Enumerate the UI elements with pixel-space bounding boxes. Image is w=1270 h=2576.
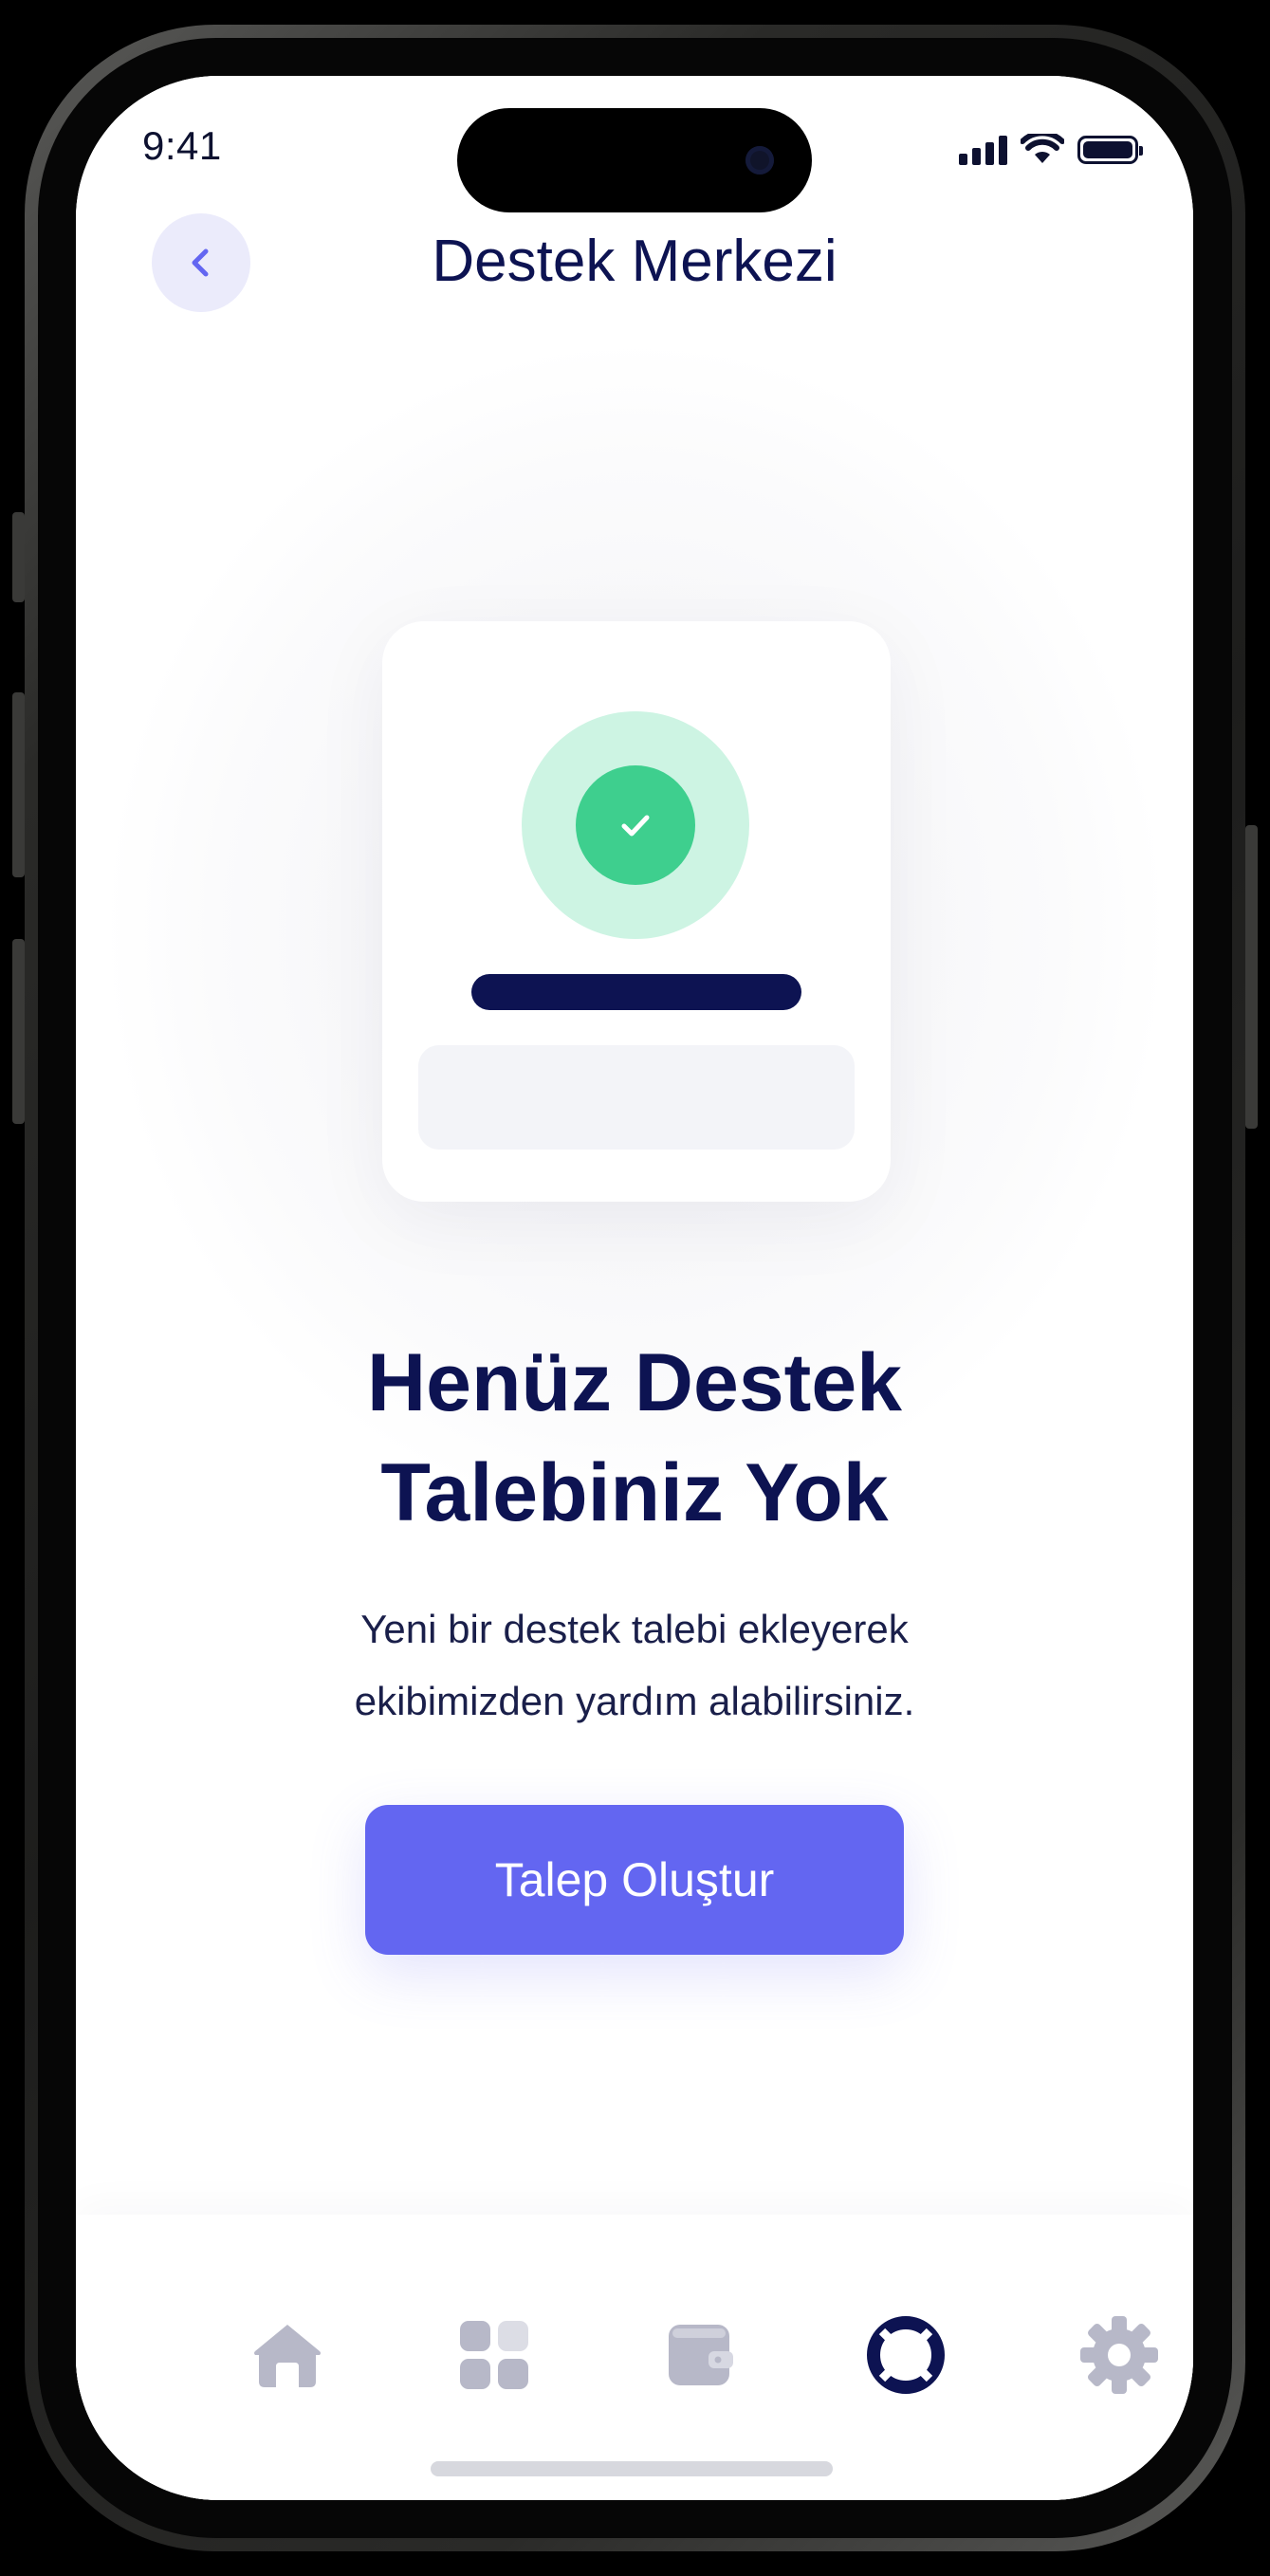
volume-down-button: [12, 939, 25, 1124]
dynamic-island: [457, 108, 812, 212]
check-circle-outer: [522, 711, 749, 939]
wallet-icon: [669, 2325, 733, 2385]
empty-state-description-line1: Yeni bir destek talebi ekleyerek: [360, 1607, 909, 1651]
action-button: [12, 512, 25, 602]
empty-state-title-line1: Henüz Destek: [367, 1337, 902, 1428]
grid-icon: [460, 2321, 528, 2389]
support-center-page: 9:41 Destek Merkezi Henüz Destek Talebin…: [76, 76, 1193, 2500]
page-title: Destek Merkezi: [432, 229, 837, 294]
tab-dashboard[interactable]: [451, 2312, 537, 2398]
empty-state-title: Henüz Destek Talebiniz Yok: [76, 1328, 1193, 1548]
empty-state-illustration: [382, 621, 891, 1202]
status-indicators: [959, 131, 1143, 169]
battery-icon: [1077, 136, 1143, 164]
check-circle-icon: [576, 765, 695, 885]
tab-wallet[interactable]: [658, 2312, 744, 2398]
create-request-button[interactable]: Talep Oluştur: [365, 1805, 904, 1955]
status-time: 9:41: [142, 123, 222, 168]
power-button: [1245, 825, 1258, 1129]
tab-settings[interactable]: [1077, 2312, 1162, 2398]
lifebuoy-icon: [867, 2316, 945, 2394]
tab-home[interactable]: [245, 2312, 330, 2398]
camera-icon: [745, 146, 774, 175]
home-icon: [254, 2325, 321, 2387]
illustration-placeholder: [418, 1045, 855, 1150]
empty-state-description-line2: ekibimizden yardım alabilirsiniz.: [354, 1679, 915, 1723]
tab-support[interactable]: [863, 2312, 948, 2398]
status-bar: 9:41: [76, 76, 1193, 212]
illustration-bar: [471, 974, 801, 1010]
home-indicator[interactable]: [431, 2461, 833, 2476]
screen: 9:41 Destek Merkezi Henüz Destek Talebin…: [76, 76, 1193, 2500]
empty-state-title-line2: Talebiniz Yok: [380, 1447, 889, 1538]
empty-state-description: Yeni bir destek talebi ekleyerek ekibimi…: [266, 1593, 1003, 1738]
volume-up-button: [12, 692, 25, 877]
checkmark-icon: [621, 815, 650, 837]
wifi-icon: [1021, 134, 1064, 163]
signal-icon: [959, 135, 1007, 165]
gear-icon: [1080, 2316, 1158, 2394]
tab-bar: [76, 2215, 1193, 2500]
